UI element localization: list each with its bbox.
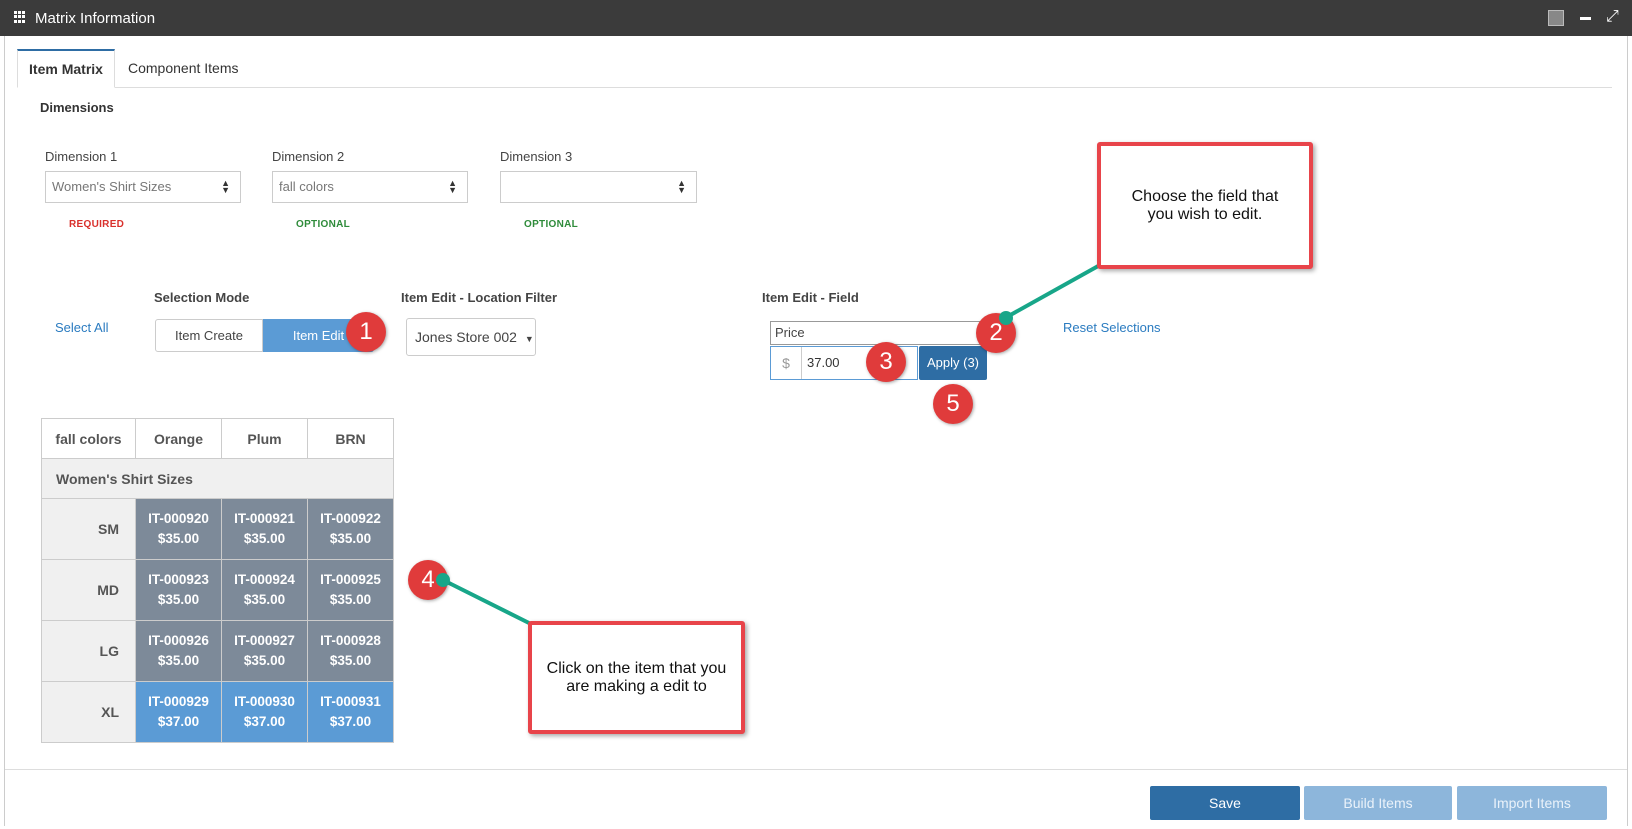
connector-dot-4	[436, 573, 450, 587]
step-badge-5: 5	[933, 384, 973, 424]
connector-line-2	[1004, 263, 1101, 320]
step-badge-1: 1	[346, 312, 386, 352]
callout-choose-field-text: Choose the field that you wish to edit.	[1131, 187, 1279, 223]
step-badge-3: 3	[866, 342, 906, 382]
connector-dot-2	[999, 311, 1013, 325]
callout-choose-field: Choose the field that you wish to edit.	[1097, 142, 1313, 269]
callout-click-item-text: Click on the item that you are making a …	[546, 659, 727, 695]
callout-click-item: Click on the item that you are making a …	[528, 621, 745, 734]
annotation-connectors	[442, 263, 1101, 627]
connector-line-4	[442, 578, 534, 627]
